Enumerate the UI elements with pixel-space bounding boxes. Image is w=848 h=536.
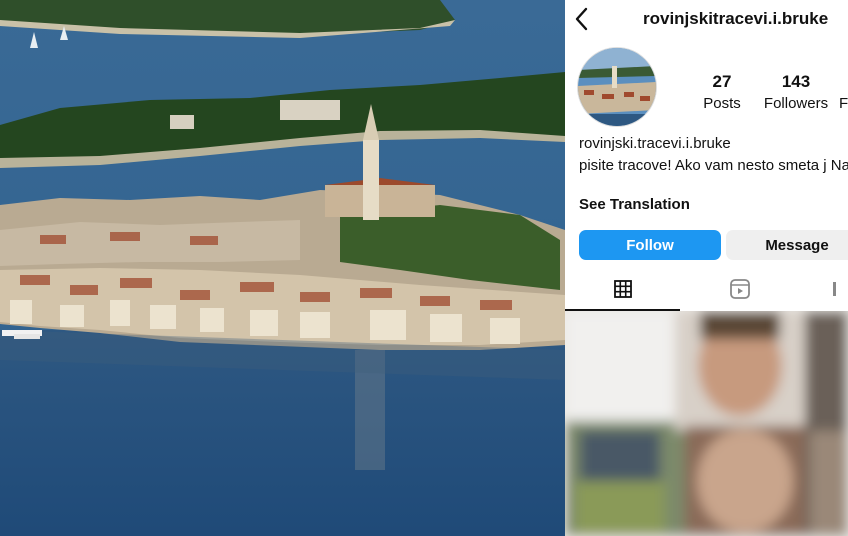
instagram-profile-panel: rovinjskitracevi.i.bruke 27 Posts 143 Fo… bbox=[565, 0, 848, 536]
message-button[interactable]: Message bbox=[726, 230, 848, 260]
profile-header: rovinjskitracevi.i.bruke bbox=[565, 0, 848, 40]
profile-avatar[interactable] bbox=[578, 48, 656, 126]
town-photo-illustration bbox=[0, 0, 565, 536]
tab-tagged[interactable] bbox=[800, 268, 848, 310]
follow-button[interactable]: Follow bbox=[579, 230, 721, 260]
posts-grid bbox=[565, 311, 848, 536]
followers-count: 143 bbox=[781, 72, 811, 91]
aerial-town-photo bbox=[0, 0, 565, 536]
tagged-icon bbox=[833, 282, 836, 296]
following-label: Fo bbox=[839, 95, 848, 112]
grid-icon bbox=[613, 280, 632, 298]
tab-reels[interactable] bbox=[680, 268, 800, 310]
posts-count: 27 bbox=[712, 72, 732, 91]
chevron-left-icon bbox=[575, 7, 588, 31]
back-button[interactable] bbox=[571, 6, 593, 32]
tab-posts-grid[interactable] bbox=[565, 268, 680, 310]
following-stat[interactable]: Fo bbox=[839, 72, 848, 112]
profile-username: rovinjskitracevi.i.bruke bbox=[643, 9, 829, 28]
blurred-posts-image bbox=[565, 311, 848, 536]
bio-display-name: rovinjski.tracevi.i.bruke bbox=[579, 135, 731, 152]
following-count bbox=[839, 72, 848, 92]
posts-label: Posts bbox=[703, 95, 741, 112]
see-translation-link[interactable]: See Translation bbox=[579, 196, 690, 213]
followers-label: Followers bbox=[763, 95, 829, 112]
avatar-image bbox=[578, 48, 656, 126]
followers-stat[interactable]: 143 Followers bbox=[761, 72, 831, 112]
bio-text: pisite tracove! Ako vam nesto smeta j Na… bbox=[579, 157, 848, 174]
reels-icon bbox=[730, 279, 750, 299]
posts-stat[interactable]: 27 Posts bbox=[698, 72, 746, 112]
profile-tabs bbox=[565, 268, 848, 311]
